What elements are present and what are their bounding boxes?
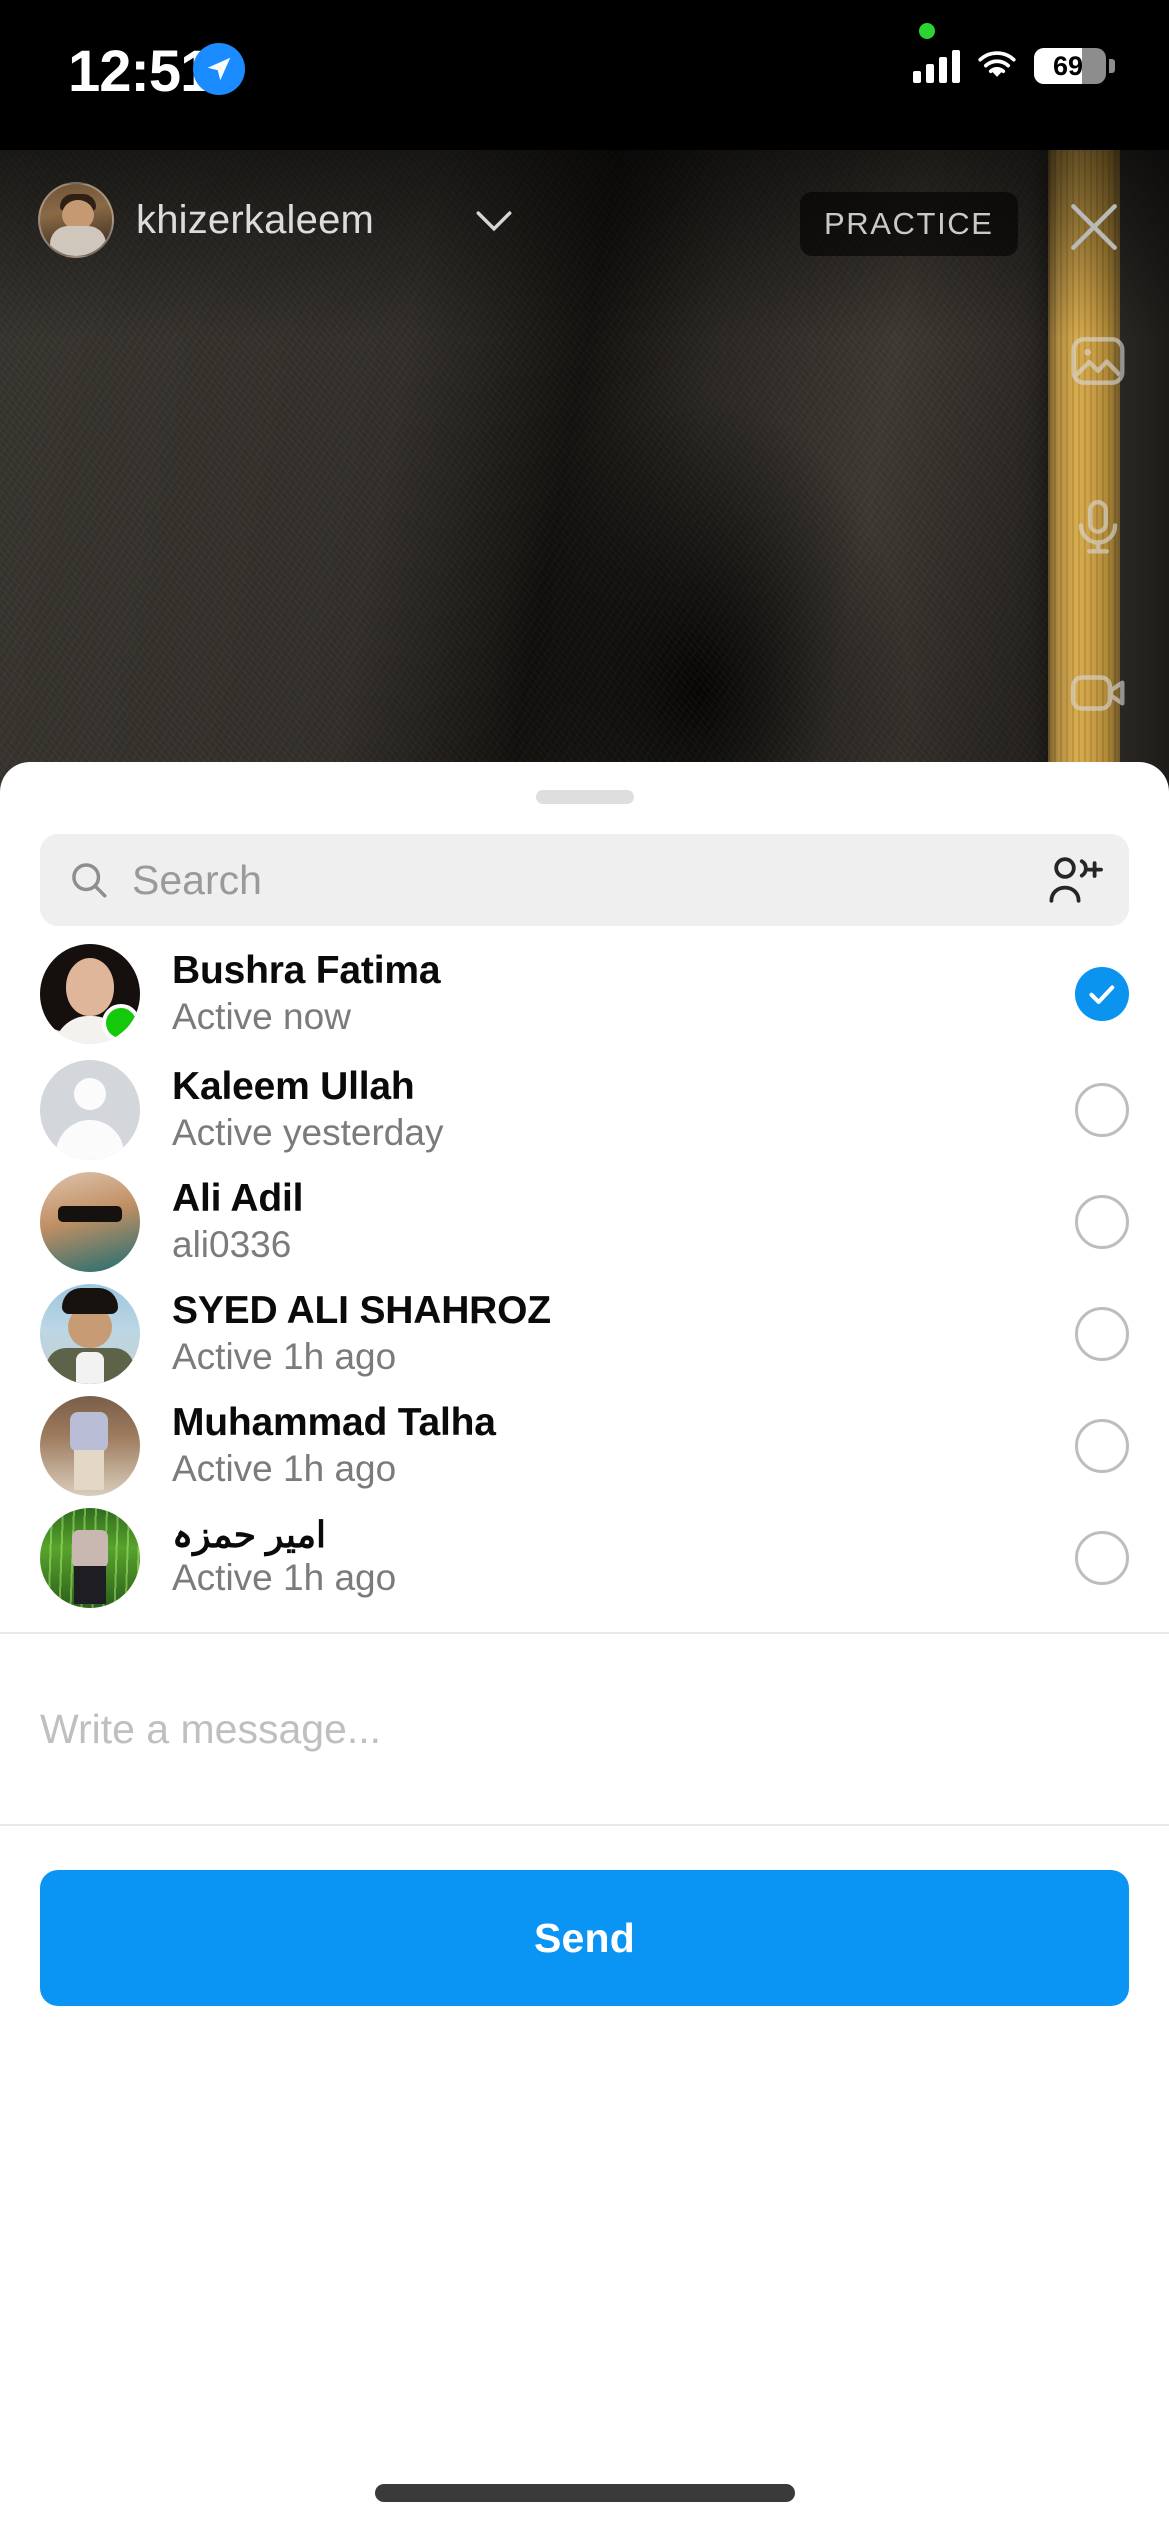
list-item[interactable]: SYED ALI SHAHROZ Active 1h ago [0, 1278, 1169, 1390]
recipient-name: SYED ALI SHAHROZ [172, 1289, 551, 1333]
recipient-list: Bushra Fatima Active now Kaleem Ullah Ac… [0, 934, 1169, 1614]
avatar [40, 1172, 140, 1272]
recipient-status: Active yesterday [172, 1112, 444, 1154]
list-item[interactable]: Ali Adil ali0336 [0, 1166, 1169, 1278]
recipient-name: Ali Adil [172, 1177, 304, 1221]
status-time: 12:51 [68, 39, 212, 104]
battery-level: 69 [1052, 51, 1084, 81]
online-indicator [102, 1004, 140, 1042]
message-field[interactable]: Write a message... [0, 1634, 1169, 1824]
home-indicator [374, 2484, 795, 2502]
list-item[interactable]: Kaleem Ullah Active yesterday [0, 1054, 1169, 1166]
recipient-status: ali0336 [172, 1224, 292, 1266]
location-arrow-icon [193, 43, 245, 95]
avatar [40, 1284, 140, 1384]
share-bottom-sheet: Search Bushra Fatima Active now Kaleem U… [0, 762, 1169, 2532]
avatar [40, 1060, 140, 1160]
recipient-name: Kaleem Ullah [172, 1065, 415, 1109]
recipient-status: Active 1h ago [172, 1336, 397, 1378]
recipient-status: Active now [172, 996, 351, 1038]
select-toggle[interactable] [1075, 967, 1129, 1021]
select-toggle[interactable] [1075, 1307, 1129, 1361]
wifi-icon [978, 51, 1016, 77]
recording-indicator-dot [919, 23, 935, 39]
search-bar[interactable]: Search [40, 834, 1129, 926]
recipient-name: Bushra Fatima [172, 949, 441, 993]
recipient-name: امیر حمزہ [172, 1514, 327, 1556]
select-toggle[interactable] [1075, 1083, 1129, 1137]
video-camera-icon[interactable] [1067, 662, 1129, 724]
recipient-status: Active 1h ago [172, 1448, 397, 1490]
practice-badge[interactable]: PRACTICE [800, 192, 1018, 256]
avatar [40, 944, 140, 1044]
select-toggle[interactable] [1075, 1419, 1129, 1473]
grab-handle[interactable] [535, 790, 634, 804]
chevron-down-icon[interactable] [474, 210, 514, 232]
list-item[interactable]: Bushra Fatima Active now [0, 934, 1169, 1054]
avatar [40, 1508, 140, 1608]
list-item[interactable]: امیر حمزہ Active 1h ago [0, 1502, 1169, 1614]
send-button[interactable]: Send [40, 1870, 1129, 2006]
message-placeholder: Write a message... [40, 1705, 382, 1752]
phone-screen: 12:51 69 khizerkaleem PRACTICE Search Bu… [0, 0, 1169, 2532]
close-x-icon[interactable] [1063, 196, 1125, 258]
story-username[interactable]: khizerkaleem [136, 198, 374, 243]
cellular-bars-icon [913, 49, 960, 83]
story-header: khizerkaleem PRACTICE [0, 160, 1169, 280]
list-item[interactable]: Muhammad Talha Active 1h ago [0, 1390, 1169, 1502]
status-right-cluster: 69 [913, 48, 1115, 84]
select-toggle[interactable] [1075, 1195, 1129, 1249]
send-button-wrap: Send [0, 1826, 1169, 2006]
story-action-rail [1067, 330, 1129, 724]
select-toggle[interactable] [1075, 1531, 1129, 1585]
recipient-status: Active 1h ago [172, 1557, 397, 1599]
photo-icon[interactable] [1067, 330, 1129, 392]
recipient-name: Muhammad Talha [172, 1401, 496, 1445]
status-bar: 12:51 69 [0, 0, 1169, 150]
search-input[interactable]: Search [132, 857, 262, 904]
avatar [40, 1396, 140, 1496]
microphone-icon[interactable] [1067, 496, 1129, 558]
battery-icon: 69 [1034, 48, 1106, 84]
add-people-icon[interactable] [1047, 854, 1103, 906]
search-icon [72, 863, 107, 898]
story-author-avatar[interactable] [38, 182, 114, 258]
story-background: khizerkaleem PRACTICE [0, 150, 1169, 850]
